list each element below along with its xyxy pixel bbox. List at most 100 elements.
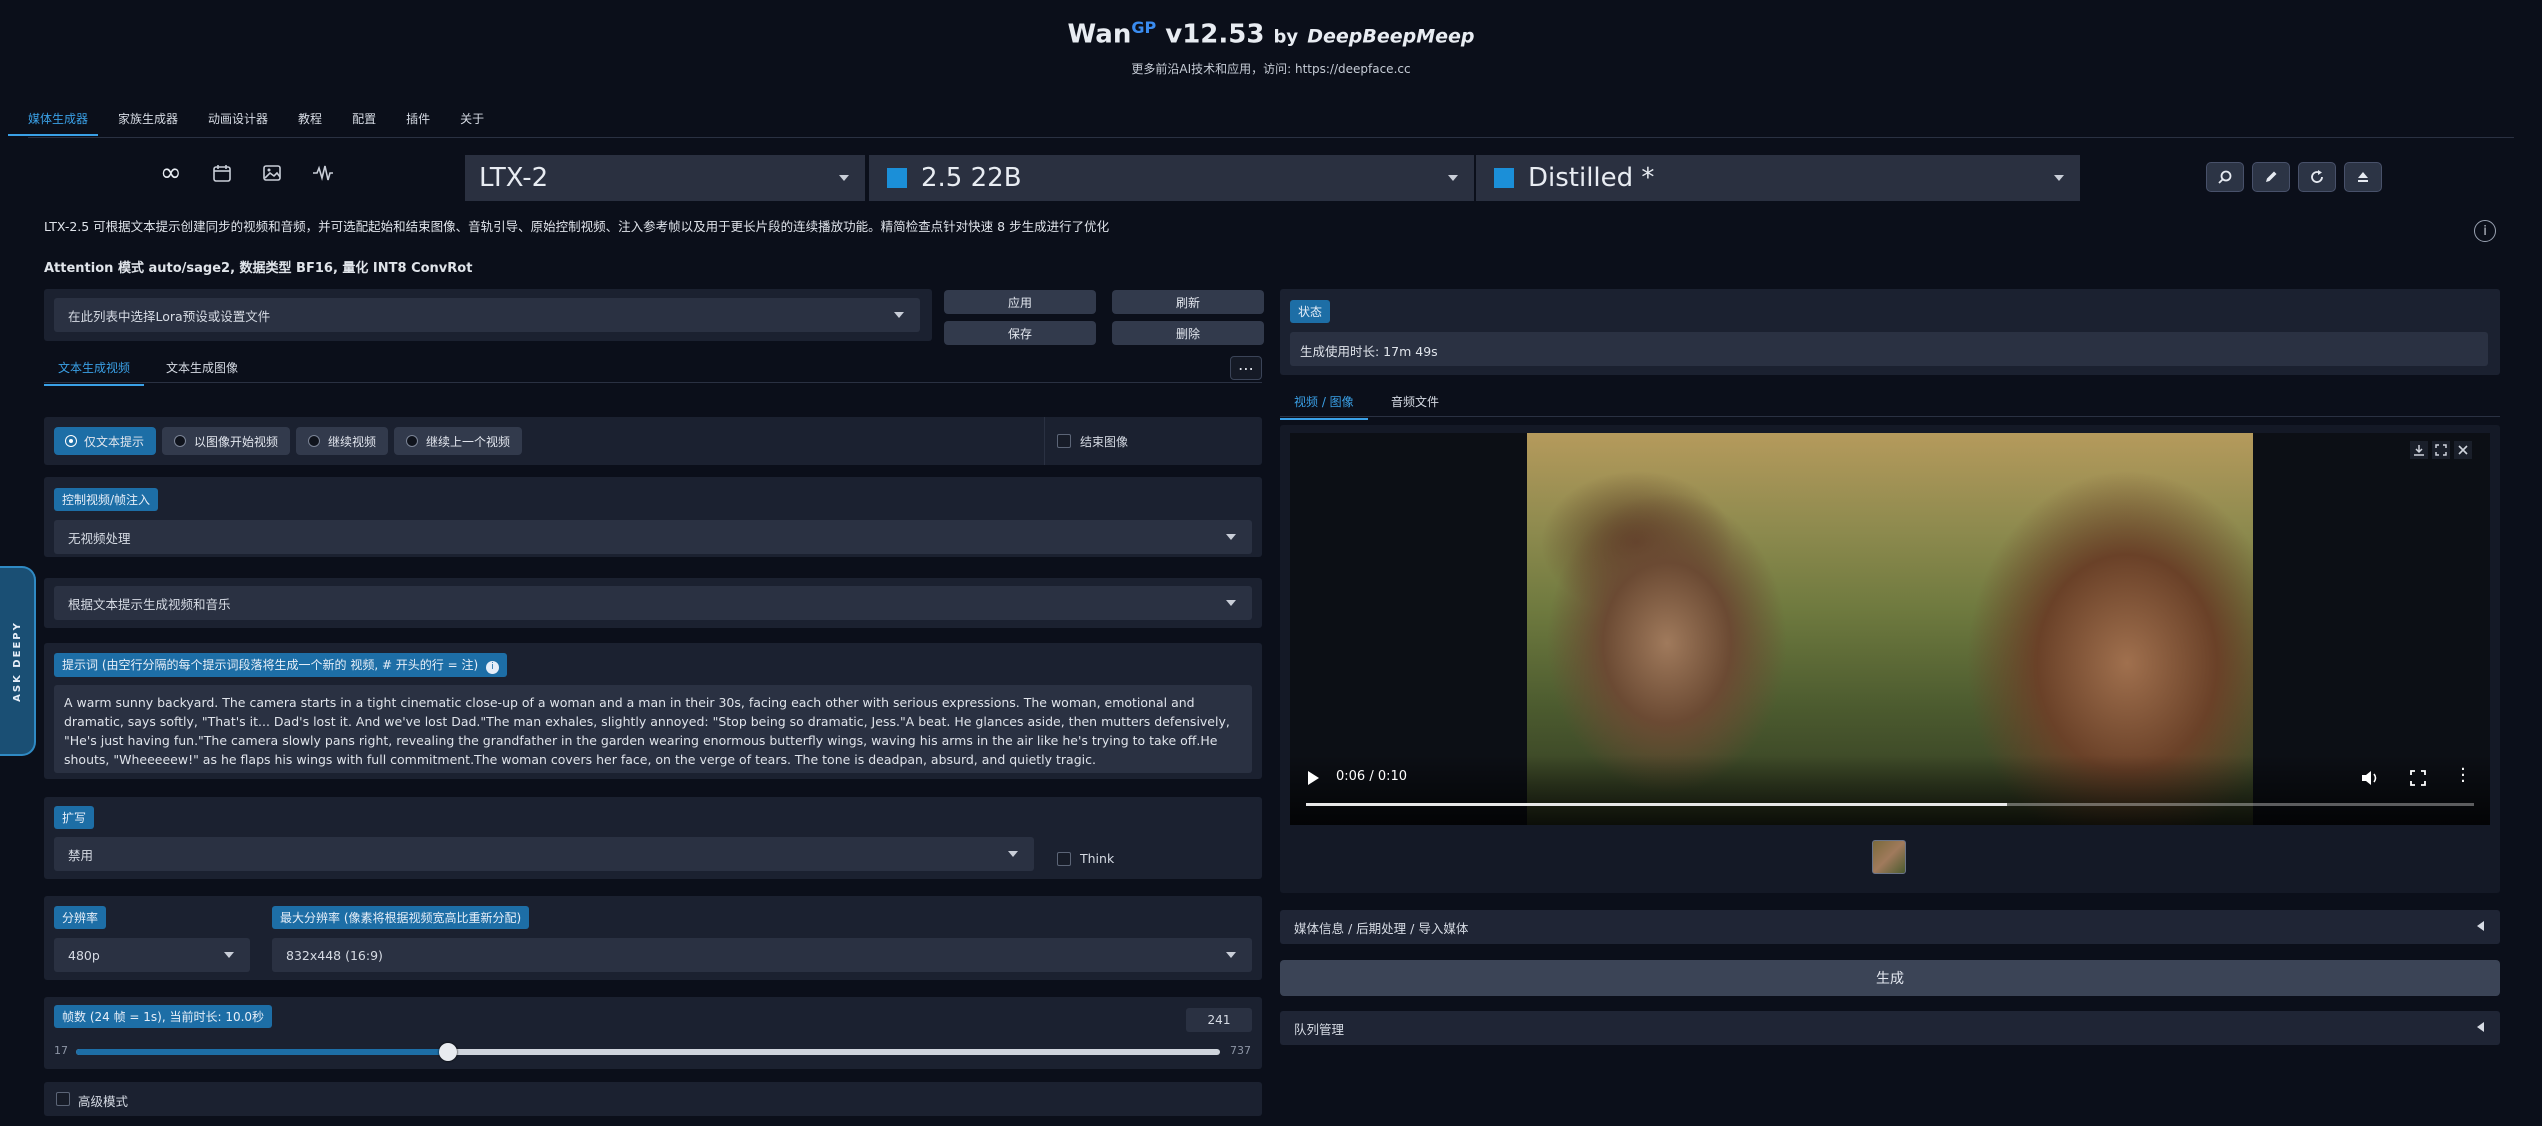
calendar-icon[interactable] xyxy=(212,163,232,183)
nav-tab-family-generator[interactable]: 家族生成器 xyxy=(118,110,178,136)
think-checkbox[interactable] xyxy=(1057,852,1071,866)
audio-wave-icon[interactable] xyxy=(312,163,334,183)
ask-deepy-side-tab[interactable]: ASK DEEPY xyxy=(0,566,36,756)
nav-divider xyxy=(28,137,2514,138)
radio-text-only[interactable]: 仅文本提示 xyxy=(54,427,157,455)
generate-button[interactable]: 生成 xyxy=(1280,960,2500,996)
mode-icon-bar: ∞ xyxy=(160,160,334,186)
advanced-mode-label: 高级模式 xyxy=(78,1094,129,1109)
radio-dot xyxy=(174,435,187,447)
media-info-accordion[interactable]: 媒体信息 / 后期处理 / 导入媒体 xyxy=(1280,910,2500,944)
nav-tab-about[interactable]: 关于 xyxy=(460,110,484,136)
frames-min-label: 17 xyxy=(54,1044,68,1057)
prompt-mode-select[interactable]: 根据文本提示生成视频和音乐 xyxy=(54,586,1252,620)
play-icon[interactable] xyxy=(1308,771,1319,785)
eject-icon xyxy=(2358,172,2368,182)
save-button[interactable]: 保存 xyxy=(944,321,1096,345)
status-label: 状态 xyxy=(1290,300,1331,323)
close-icon[interactable] xyxy=(2454,441,2472,459)
resolution-label: 分辨率 xyxy=(54,906,107,929)
pencil-icon xyxy=(2266,171,2277,182)
apply-button[interactable]: 应用 xyxy=(944,290,1096,314)
video-controls-gradient xyxy=(1290,755,2490,825)
chevron-down-icon xyxy=(1008,851,1018,857)
help-icon[interactable]: i xyxy=(486,661,500,674)
ask-deepy-label: ASK DEEPY xyxy=(11,620,23,702)
more-vert-icon[interactable]: · · · xyxy=(2460,761,2466,791)
chevron-down-icon xyxy=(839,175,849,181)
frames-slider-thumb[interactable] xyxy=(438,1043,457,1061)
nav-tab-config[interactable]: 配置 xyxy=(352,110,376,136)
model-color-swatch xyxy=(887,168,907,188)
refresh-icon xyxy=(2311,170,2323,183)
collapse-left-icon xyxy=(2477,921,2484,931)
video-progress-fill xyxy=(1306,803,2007,806)
control-video-select[interactable]: 无视频处理 xyxy=(54,520,1252,554)
collapse-left-icon xyxy=(2477,1022,2484,1032)
radio-dot xyxy=(406,435,419,447)
image-icon[interactable] xyxy=(262,163,282,183)
frames-number-input[interactable]: 241 xyxy=(1186,1008,1252,1032)
chevron-down-icon xyxy=(1226,952,1236,958)
tab-audio-files[interactable]: 音频文件 xyxy=(1391,393,1439,410)
radio-dot xyxy=(308,435,321,447)
video-time: 0:06 / 0:10 xyxy=(1336,769,1408,784)
model-description: LTX-2.5 可根据文本提示创建同步的视频和音频，并可选配起始和结束图像、音轨… xyxy=(44,219,1110,234)
model-variant-select[interactable]: Distilled * xyxy=(1476,155,2080,201)
main-nav: 媒体生成器 家族生成器 动画设计器 教程 配置 插件 关于 xyxy=(8,110,484,136)
chevron-down-icon xyxy=(894,312,904,318)
radio-image-start[interactable]: 以图像开始视频 xyxy=(162,427,291,455)
frames-max-label: 737 xyxy=(1230,1044,1251,1057)
enhancer-select[interactable]: 禁用 xyxy=(54,837,1034,871)
status-text: 生成使用时长: 17m 49s xyxy=(1290,332,2488,366)
advanced-mode-checkbox[interactable] xyxy=(56,1092,70,1106)
advanced-panel xyxy=(44,1082,1262,1116)
queue-accordion[interactable]: 队列管理 xyxy=(1280,1011,2500,1045)
app-title: WanGP v12.53 by DeepBeepMeep xyxy=(1067,18,1475,50)
nav-tab-animation-designer[interactable]: 动画设计器 xyxy=(208,110,268,136)
more-options-button[interactable]: ⋯ xyxy=(1230,356,1262,380)
chevron-down-icon xyxy=(1226,600,1236,606)
edit-button[interactable] xyxy=(2252,162,2290,192)
app-subtitle: 更多前沿AI技术和应用，访问: https://deepface.cc xyxy=(1131,61,1411,76)
start-options-radio-group: 仅文本提示 以图像开始视频 继续视频 继续上一个视频 xyxy=(54,427,523,455)
gallery-thumbnail[interactable] xyxy=(1872,840,1906,874)
search-button[interactable] xyxy=(2206,162,2244,192)
radio-continue-last-video[interactable]: 继续上一个视频 xyxy=(394,427,523,455)
video-progress-track[interactable] xyxy=(1306,803,2474,806)
variant-color-swatch xyxy=(1494,168,1514,188)
download-icon[interactable] xyxy=(2410,441,2428,459)
resolution-select[interactable]: 480p xyxy=(54,938,250,972)
output-tabs-divider xyxy=(1280,416,2500,417)
info-icon[interactable]: i xyxy=(2474,220,2496,242)
refresh-button[interactable]: 刷新 xyxy=(1112,290,1264,314)
model-family-select[interactable]: LTX-2 xyxy=(465,155,865,201)
control-video-label: 控制视频/帧注入 xyxy=(54,488,159,511)
end-image-checkbox[interactable] xyxy=(1057,434,1071,448)
lora-preset-select[interactable]: 在此列表中选择Lora预设或设置文件 xyxy=(54,298,920,332)
eject-button[interactable] xyxy=(2344,162,2382,192)
infinity-icon[interactable]: ∞ xyxy=(160,160,182,186)
expand-icon[interactable] xyxy=(2432,441,2450,459)
nav-tab-media-generator[interactable]: 媒体生成器 xyxy=(8,110,99,136)
think-label: Think xyxy=(1080,851,1115,866)
tab-text-to-image[interactable]: 文本生成图像 xyxy=(166,359,238,376)
nav-tab-plugins[interactable]: 插件 xyxy=(406,110,430,136)
fullscreen-icon[interactable] xyxy=(2410,770,2426,786)
max-resolution-select[interactable]: 832x448 (16:9) xyxy=(272,938,1252,972)
reload-button[interactable] xyxy=(2298,162,2336,192)
model-version-select[interactable]: 2.5 22B xyxy=(869,155,1474,201)
frames-slider-track[interactable] xyxy=(76,1043,1220,1061)
frames-slider-fill xyxy=(76,1049,448,1055)
prompt-textarea[interactable]: A warm sunny backyard. The camera starts… xyxy=(54,685,1252,773)
gen-tabs-divider xyxy=(44,382,1262,383)
prompt-label: 提示词 (由空行分隔的每个提示词段落将生成一个新的 视频, # 开头的行 = 注… xyxy=(54,653,508,677)
delete-button[interactable]: 删除 xyxy=(1112,321,1264,345)
max-resolution-label: 最大分辨率 (像素将根据视频宽高比重新分配) xyxy=(272,906,530,929)
radio-continue-video[interactable]: 继续视频 xyxy=(296,427,389,455)
volume-icon[interactable] xyxy=(2360,769,2380,787)
search-icon xyxy=(2218,170,2232,184)
video-player[interactable]: 0:06 / 0:10 · · · xyxy=(1290,433,2490,825)
chevron-down-icon xyxy=(1226,534,1236,540)
nav-tab-tutorial[interactable]: 教程 xyxy=(298,110,322,136)
